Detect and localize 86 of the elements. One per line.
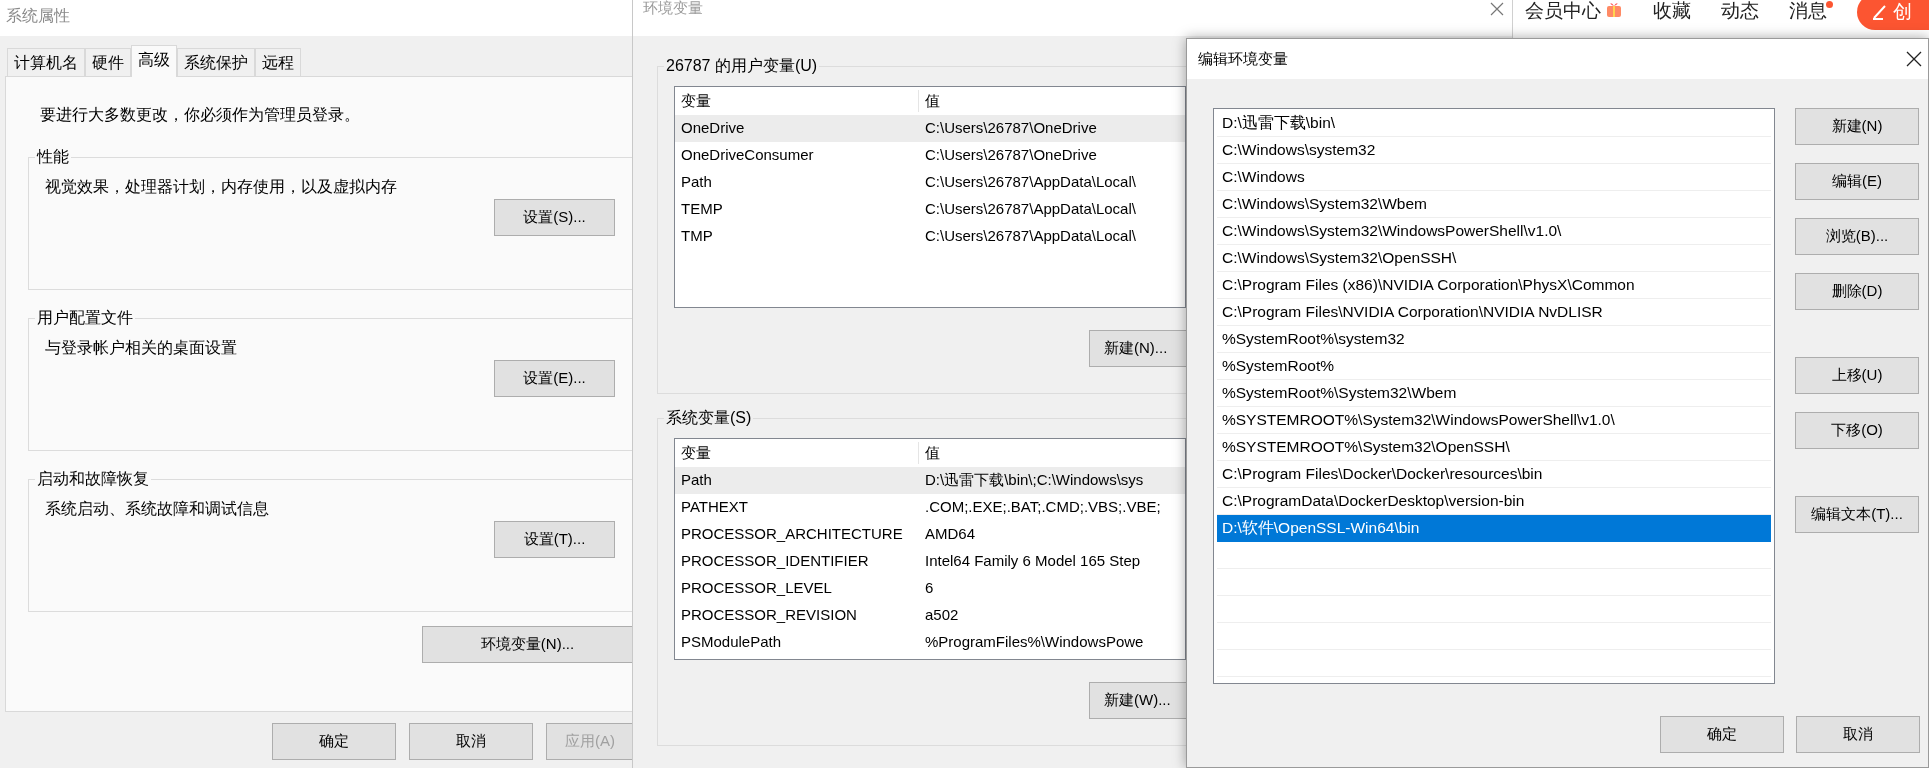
pen-icon [1871,3,1889,21]
variable-name: OneDrive [681,118,746,139]
variable-name: TEMP [681,199,724,220]
tab[interactable]: 硬件 [85,48,131,76]
new-button[interactable]: 新建(W)... [1089,682,1189,719]
path-entry[interactable]: C:\Windows [1217,164,1771,191]
variable-value: D:\迅雷下载\bin\;C:\Windows\sys [924,470,1144,491]
variable-value: C:\Users\26787\OneDrive [924,145,1097,166]
path-entry[interactable]: C:\Program Files\Docker\Docker\resources\bin [1217,461,1771,488]
gift-icon [1605,0,1623,18]
variable-name: PROCESSOR_ARCHITECTURE [681,524,904,545]
path-entry[interactable]: %SystemRoot% [1217,353,1771,380]
path-entry[interactable]: C:\Windows\system32 [1217,137,1771,164]
variable-name: PROCESSOR_IDENTIFIER [681,551,870,572]
path-entry[interactable]: C:\Windows\System32\Wbem [1217,191,1771,218]
path-entry[interactable]: %SystemRoot%\system32 [1217,326,1771,353]
path-entry[interactable]: C:\Program Files\NVIDIA Corporation\NVIDIA NvDLISR [1217,299,1771,326]
column-header[interactable]: 值 [919,89,940,113]
dialog-button[interactable]: 取消 [1796,716,1920,753]
variable-name: PSModulePath [681,632,783,653]
group-description: 与登录帐户相关的桌面设置 [45,338,238,358]
column-header[interactable]: 变量 [681,89,919,113]
environment-variables-button[interactable]: 环境变量(N)... [422,626,633,663]
path-entry[interactable]: %SYSTEMROOT%\System32\OpenSSH\ [1217,434,1771,461]
dialog-button[interactable]: 确定 [272,723,396,760]
settings-button[interactable]: 设置(E)... [494,360,615,397]
window-title: 系统属性 [6,6,70,26]
variable-value: C:\Users\26787\AppData\Local\ [924,226,1136,247]
side-button[interactable]: 编辑文本(T)... [1795,496,1919,533]
dialog-button[interactable]: 取消 [409,723,533,760]
variable-name: Path [681,172,713,193]
variable-row[interactable]: OneDrive C:\Users\26787\OneDrive [675,115,1185,142]
header-link[interactable]: 收藏 [1653,0,1691,26]
variable-row[interactable]: Path D:\迅雷下载\bin\;C:\Windows\sys [675,467,1185,494]
variable-name: OneDriveConsumer [681,145,815,166]
column-header[interactable]: 值 [919,441,940,465]
group-description: 视觉效果，处理器计划，内存使用，以及虚拟内存 [45,177,398,197]
path-entry[interactable]: C:\Windows\System32\OpenSSH\ [1217,245,1771,272]
header-link[interactable]: 动态 [1721,0,1759,26]
group-title: 系统变量(S) [665,408,753,428]
variable-name: Path [681,470,713,491]
variable-value: AMD64 [924,524,976,545]
path-entry[interactable]: %SystemRoot%\System32\Wbem [1217,380,1771,407]
group-title: 性能 [35,147,70,167]
window-title: 环境变量 [643,0,703,18]
path-entry[interactable]: D:\软件\OpenSSL-Win64\bin [1217,515,1771,542]
path-entry[interactable]: %SYSTEMROOT%\System32\WindowsPowerShell\v1.0\ [1217,407,1771,434]
variable-name: PATHEXT [681,497,749,518]
side-button[interactable]: 删除(D) [1795,273,1919,310]
dialog-button[interactable]: 确定 [1660,716,1784,753]
group-description: 系统启动、系统故障和调试信息 [45,499,270,519]
variable-value: Intel64 Family 6 Model 165 Step [924,551,1141,572]
variable-name: PROCESSOR_REVISION [681,605,858,626]
group-title: 启动和故障恢复 [36,469,150,489]
side-button[interactable]: 新建(N) [1795,108,1919,145]
path-entry[interactable]: D:\迅雷下载\bin\ [1217,110,1771,137]
tab[interactable]: 系统保护 [177,48,255,76]
close-icon[interactable] [1906,51,1922,67]
path-entry[interactable]: C:\Program Files (x86)\NVIDIA Corporation\PhysX\Common [1217,272,1771,299]
side-button[interactable]: 上移(U) [1795,357,1919,394]
admin-notice: 要进行大多数更改，你必须作为管理员登录。 [40,105,361,125]
variable-name: PROCESSOR_LEVEL [681,578,833,599]
tab[interactable]: 远程 [255,48,301,76]
header-link[interactable]: 消息 [1789,0,1827,26]
tab[interactable]: 高级 [131,45,177,77]
variable-value: %ProgramFiles%\WindowsPowe [924,632,1144,653]
variable-value: 6 [924,578,934,599]
header-link[interactable]: 会员中心 [1525,0,1601,26]
tab[interactable]: 计算机名 [7,48,85,76]
variable-name: TMP [681,226,714,247]
variable-value: C:\Users\26787\AppData\Local\ [924,172,1136,193]
settings-button[interactable]: 设置(T)... [494,521,615,558]
variable-value: C:\Users\26787\OneDrive [924,118,1097,139]
variable-value: .COM;.EXE;.BAT;.CMD;.VBS;.VBE; [924,497,1161,518]
group-title: 用户配置文件 [36,308,134,328]
path-entry[interactable]: C:\Windows\System32\WindowsPowerShell\v1.0\ [1217,218,1771,245]
settings-button[interactable]: 设置(S)... [494,199,615,236]
side-button[interactable]: 浏览(B)... [1795,218,1919,255]
variable-value: C:\Users\26787\AppData\Local\ [924,199,1136,220]
side-button[interactable]: 下移(O) [1795,412,1919,449]
group-title: 26787 的用户变量(U) [665,56,819,76]
column-header[interactable]: 变量 [681,441,919,465]
window-title: 编辑环境变量 [1198,48,1288,69]
side-button[interactable]: 编辑(E) [1795,163,1919,200]
variable-value: a502 [924,605,959,626]
new-button[interactable]: 新建(N)... [1089,330,1189,367]
